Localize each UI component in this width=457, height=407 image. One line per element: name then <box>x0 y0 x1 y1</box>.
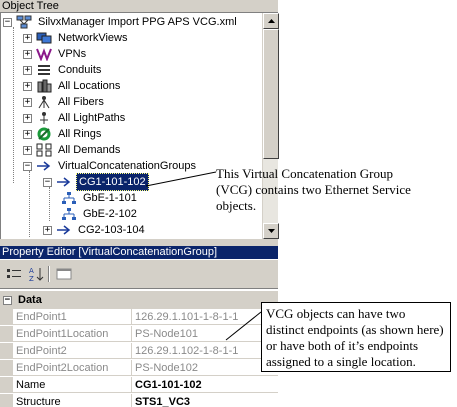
tree-item-label: VirtualConcatenationGroups <box>58 160 196 172</box>
expand-icon[interactable]: + <box>23 49 32 59</box>
tree-item-all-rings[interactable]: + All Rings <box>23 126 103 142</box>
tree-item-label: All Locations <box>58 80 121 92</box>
tree-item-label: CG1-101-102 <box>76 173 149 191</box>
tree-item-label: All Rings <box>58 128 102 140</box>
tree-item-all-lightpaths[interactable]: + All LightPaths <box>23 110 127 126</box>
expand-icon[interactable]: + <box>43 225 52 235</box>
endpoint-callout: VCG objects can have two distinct endpoi… <box>261 302 451 372</box>
collapse-icon[interactable]: − <box>3 295 12 305</box>
tree-item-label: GbE-2-102 <box>83 208 137 220</box>
vcg-arrow-icon <box>56 175 72 189</box>
tree-item-vpns[interactable]: + VPNs <box>23 46 88 62</box>
tree-item-label: All LightPaths <box>58 112 126 124</box>
scroll-down-button[interactable] <box>263 223 279 239</box>
tree-item-label: CG2-103-104 <box>78 224 145 236</box>
expand-icon[interactable]: + <box>23 97 32 107</box>
expand-icon[interactable]: + <box>23 113 32 123</box>
property-editor-toolbar: AZ <box>0 259 278 289</box>
object-tree-title: Object Tree <box>0 0 278 13</box>
pane-splitter[interactable] <box>0 239 278 246</box>
vcg-arrow-icon <box>36 159 52 173</box>
property-value[interactable]: PS-Node101 <box>132 326 278 342</box>
vpn-icon <box>36 47 52 61</box>
property-name: Name <box>13 377 132 393</box>
locations-icon <box>36 79 52 93</box>
property-row-structure[interactable]: Structure STS1_VC3 <box>0 394 278 407</box>
property-name: EndPoint2Location <box>13 360 132 376</box>
scroll-thumb[interactable] <box>263 29 279 159</box>
tree-item-virtual-concatenation-groups[interactable]: − VirtualConcatenationGroups <box>23 158 198 174</box>
tree-item-gbe-1-101[interactable]: GbE-1-101 <box>61 190 139 206</box>
property-value[interactable]: PS-Node102 <box>132 360 278 376</box>
tree-item-cg1-101-102[interactable]: − CG1-101-102 <box>43 173 149 191</box>
property-value[interactable]: 126.29.1.102-1-8-1-1 <box>132 343 278 359</box>
property-name: Structure <box>13 394 132 407</box>
expand-icon[interactable]: + <box>23 65 32 75</box>
property-name: EndPoint1Location <box>13 326 132 342</box>
property-value[interactable]: CG1-101-102 <box>132 377 278 393</box>
tree-item-conduits[interactable]: + Conduits <box>23 62 103 78</box>
property-editor-title: Property Editor [VirtualConcatenationGro… <box>0 246 278 259</box>
tree-item-label: GbE-1-101 <box>83 192 137 204</box>
expand-icon[interactable]: + <box>23 129 32 139</box>
fibers-icon <box>36 95 52 109</box>
expand-icon[interactable]: + <box>23 81 32 91</box>
tree-item-label: Conduits <box>58 64 102 76</box>
tree-item-label: VPNs <box>58 48 87 60</box>
collapse-icon[interactable]: − <box>43 177 52 187</box>
tree-line <box>29 171 30 237</box>
ethernet-service-icon <box>61 191 77 205</box>
collapse-icon[interactable]: − <box>3 17 12 27</box>
tree-item-all-fibers[interactable]: + All Fibers <box>23 94 106 110</box>
property-name: EndPoint1 <box>13 309 132 325</box>
scroll-up-button[interactable] <box>263 13 279 29</box>
property-row-endpoint1[interactable]: EndPoint1 126.29.1.101-1-8-1-1 <box>0 309 278 325</box>
expand-icon[interactable]: + <box>23 33 32 43</box>
tree-item-label: NetworkViews <box>58 32 128 44</box>
property-value[interactable]: 126.29.1.101-1-8-1-1 <box>132 309 278 325</box>
tree-item-networkviews[interactable]: + NetworkViews <box>23 30 130 46</box>
collapse-icon[interactable]: − <box>23 161 32 171</box>
property-row-endpoint1location[interactable]: EndPoint1Location PS-Node101 <box>0 326 278 342</box>
tree-item-label: All Fibers <box>58 96 104 108</box>
property-value[interactable]: STS1_VC3 <box>132 394 278 407</box>
conduit-icon <box>36 63 52 77</box>
toolbar-separator <box>48 266 50 282</box>
tree-item-root[interactable]: − SilvxManager Import PPG APS VCG.xml <box>3 14 239 30</box>
property-row-name[interactable]: Name CG1-101-102 <box>0 377 278 393</box>
tree-item-label: SilvxManager Import PPG APS VCG.xml <box>38 16 237 28</box>
category-label: Data <box>18 294 42 306</box>
network-root-icon <box>16 15 32 29</box>
ethernet-service-icon <box>61 207 77 221</box>
property-name: EndPoint2 <box>13 343 132 359</box>
svg-text:A: A <box>29 267 34 275</box>
vcg-arrow-icon <box>56 223 72 237</box>
tree-line <box>13 27 14 183</box>
category-data[interactable]: − Data <box>0 291 278 309</box>
demands-icon <box>36 143 52 157</box>
vcg-callout: This Virtual Concatenation Group (VCG) c… <box>216 166 411 213</box>
tree-item-gbe-2-102[interactable]: GbE-2-102 <box>61 206 139 222</box>
svg-text:Z: Z <box>29 275 34 282</box>
tree-item-all-locations[interactable]: + All Locations <box>23 78 122 94</box>
property-row-endpoint2[interactable]: EndPoint2 126.29.1.102-1-8-1-1 <box>0 343 278 359</box>
tree-line <box>49 187 50 221</box>
property-row-endpoint2location[interactable]: EndPoint2Location PS-Node102 <box>0 360 278 376</box>
alphabetical-sort-icon[interactable]: AZ <box>26 265 46 283</box>
property-grid: − Data EndPoint1 126.29.1.101-1-8-1-1 En… <box>0 291 278 407</box>
rings-icon <box>36 127 52 141</box>
expand-icon[interactable]: + <box>23 145 32 155</box>
categorized-icon[interactable] <box>4 265 24 283</box>
network-views-icon <box>36 31 52 45</box>
lightpaths-icon <box>36 111 52 125</box>
tree-item-label: All Demands <box>58 144 121 156</box>
property-pages-icon[interactable] <box>54 265 74 283</box>
tree-item-cg2-103-104[interactable]: + CG2-103-104 <box>43 222 147 238</box>
tree-item-all-demands[interactable]: + All Demands <box>23 142 122 158</box>
